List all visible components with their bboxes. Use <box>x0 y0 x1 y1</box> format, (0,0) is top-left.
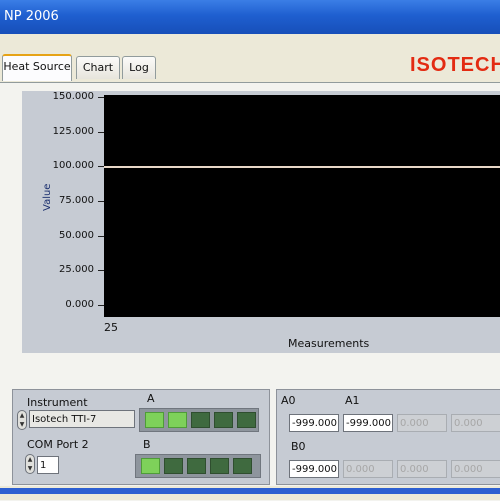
tab-log[interactable]: Log <box>122 56 156 79</box>
led-group-b-label: B <box>143 438 151 451</box>
b-led-4 <box>210 458 229 474</box>
b-led-3 <box>187 458 206 474</box>
window-bottom-border <box>0 488 500 494</box>
a-reading-0: -999.000 <box>289 414 339 432</box>
plot-area <box>104 95 500 317</box>
a1-label: A1 <box>345 394 360 407</box>
com-port-label: COM Port 2 <box>27 438 89 451</box>
a-reading-3: 0.000 <box>451 414 500 432</box>
a-led-5 <box>237 412 256 428</box>
a0-label: A0 <box>281 394 296 407</box>
window-title: NP 2006 <box>4 9 59 24</box>
com-port-stepper[interactable]: ▲ ▼ <box>25 454 35 474</box>
tab-heat-source[interactable]: Heat Source <box>2 54 72 81</box>
y-tick-label: 150.000 <box>52 91 94 102</box>
y-tick-label: 25.000 <box>59 264 94 276</box>
heat-source-panel: Value 150.000 125.000 100.000 75.000 50.000 2… <box>0 82 500 501</box>
y-tick-label: 50.000 <box>59 229 94 241</box>
b-led-2 <box>164 458 183 474</box>
led-strip-a <box>139 408 259 432</box>
y-tick-label: 100.000 <box>52 160 94 172</box>
x-axis-label: Measurements <box>288 337 370 350</box>
b-reading-2: 0.000 <box>397 460 447 478</box>
b-reading-3: 0.000 <box>451 460 500 478</box>
a-led-1 <box>145 412 164 428</box>
a-reading-1: -999.000 <box>343 414 393 432</box>
led-strip-b <box>135 454 261 478</box>
a-led-2 <box>168 412 187 428</box>
instrument-panel: Instrument ▲ ▼ Isotech TTI-7 COM Port 2 ▲… <box>12 389 270 485</box>
instrument-label: Instrument <box>27 396 88 409</box>
led-group-a-label: A <box>147 392 155 405</box>
instrument-selector-arrows[interactable]: ▲ ▼ <box>17 410 27 430</box>
isotech-logo: ISOTECH <box>410 54 500 76</box>
a-led-3 <box>191 412 210 428</box>
y-tick-label: 125.000 <box>52 125 94 137</box>
b-led-1 <box>141 458 160 474</box>
b-reading-1: 0.000 <box>343 460 393 478</box>
y-tick-label: 75.000 <box>59 195 94 206</box>
menu-band <box>0 34 500 52</box>
window-titlebar: NP 2006 <box>0 0 500 34</box>
b-reading-0: -999.000 <box>289 460 339 478</box>
b0-label: B0 <box>291 440 306 453</box>
y-tick-label: 0.000 <box>65 299 94 310</box>
tab-bar: Heat Source Chart Log ISOTECH <box>0 52 500 82</box>
tab-chart[interactable]: Chart <box>76 56 120 79</box>
a-reading-2: 0.000 <box>397 414 447 432</box>
value-chart: Value 150.000 125.000 100.000 75.000 50.000 2… <box>22 91 500 353</box>
x-tick-label: 25 <box>104 321 118 334</box>
com-port-input[interactable]: 1 <box>37 456 59 474</box>
instrument-select[interactable]: Isotech TTI-7 <box>29 410 135 428</box>
b-led-5 <box>233 458 252 474</box>
main-window: Heat Source Chart Log ISOTECH Value 150.… <box>0 34 500 501</box>
readings-panel: A0 A1 -999.000 -999.000 0.000 0.000 B0 -999… <box>276 389 500 485</box>
series-line <box>104 166 500 169</box>
a-led-4 <box>214 412 233 428</box>
